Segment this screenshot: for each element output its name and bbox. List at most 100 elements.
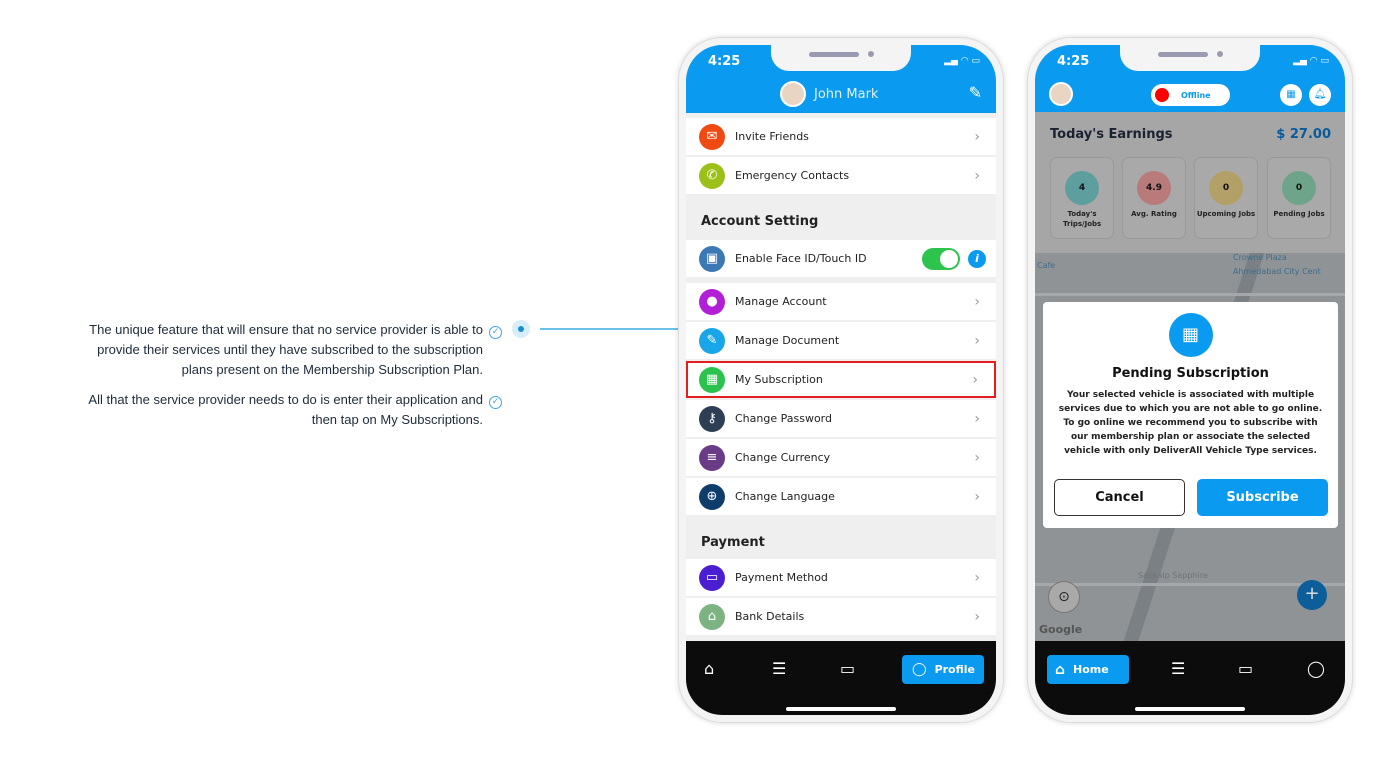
menu-item-emergency-contacts[interactable]: ✆ Emergency Contacts ›	[686, 157, 996, 194]
chevron-right-icon: ›	[974, 167, 980, 184]
locate-me-icon[interactable]: ⊙	[1048, 581, 1080, 613]
card-icon: ▭	[699, 564, 725, 591]
feature-note-1: The unique feature that will ensure that…	[89, 320, 483, 380]
note-line: plans present on the Membership Subscrip…	[181, 362, 483, 377]
chevron-right-icon: ›	[974, 410, 980, 427]
connector-dot	[512, 320, 530, 338]
earnings-value: $ 27.00	[1276, 127, 1331, 142]
stat-value: 4	[1065, 171, 1099, 205]
status-icons: ▂▄ ◠ ▭	[944, 56, 980, 66]
face-id-icon: ▣	[699, 245, 725, 272]
menu-label: My Subscription	[735, 373, 823, 386]
map-label: Cafe	[1037, 261, 1056, 270]
note-line: The unique feature that will ensure that…	[89, 322, 483, 337]
connector-line	[540, 328, 680, 330]
note-line: provide their services until they have s…	[97, 342, 483, 357]
menu-item-change-language[interactable]: ⊕ Change Language ›	[686, 478, 996, 515]
add-button[interactable]: +	[1297, 580, 1327, 610]
list-icon[interactable]: ☰	[1171, 659, 1185, 678]
menu-label: Invite Friends	[735, 130, 809, 143]
map-label: Crowne Plaza	[1233, 253, 1287, 262]
note-line: then tap on My Subscriptions.	[311, 412, 483, 427]
user-name: John Mark	[814, 87, 879, 102]
bell-icon[interactable]: 🔔︎	[1309, 84, 1331, 106]
menu-item-invite-friends[interactable]: ✉ Invite Friends ›	[686, 118, 996, 155]
user-icon[interactable]: ◯	[1307, 659, 1325, 678]
stat-card-upcoming[interactable]: 0 Upcoming Jobs	[1194, 157, 1258, 239]
menu-item-payment-method[interactable]: ▭ Payment Method ›	[686, 559, 996, 596]
menu-label: Manage Document	[735, 334, 840, 347]
chevron-right-icon: ›	[974, 449, 980, 466]
menu-item-my-subscription[interactable]: ▦ My Subscription ›	[686, 361, 996, 398]
offline-dot	[1155, 88, 1169, 102]
menu-label: Manage Account	[735, 295, 827, 308]
phone-icon: ✆	[699, 162, 725, 189]
mail-icon: ✉	[699, 123, 725, 150]
stat-value: 4.9	[1137, 171, 1171, 205]
home-icon[interactable]: ⌂	[704, 659, 714, 678]
status-icons: ▂▄ ◠ ▭	[1293, 56, 1329, 66]
menu-label: Bank Details	[735, 610, 805, 623]
subscription-icon: ▦	[699, 366, 725, 393]
menu-item-manage-document[interactable]: ✎ Manage Document ›	[686, 322, 996, 359]
menu-item-change-password[interactable]: ⚷ Change Password ›	[686, 400, 996, 437]
list-icon[interactable]: ☰	[772, 659, 786, 678]
pending-subscription-dialog: ▦ Pending Subscription Your selected veh…	[1043, 302, 1338, 528]
section-account-setting: Account Setting	[701, 214, 819, 229]
chevron-right-icon: ›	[974, 332, 980, 349]
wallet-icon[interactable]: ▭	[1238, 659, 1253, 678]
subscribe-button[interactable]: Subscribe	[1197, 479, 1328, 516]
subscription-icon: ▦	[1168, 313, 1213, 357]
menu-item-manage-account[interactable]: ● Manage Account ›	[686, 283, 996, 320]
phone-home: 4:25 ▂▄ ◠ ▭ Offline ▦ 🔔︎ Today's Earning…	[1027, 37, 1353, 723]
cancel-button[interactable]: Cancel	[1054, 479, 1185, 516]
dialog-title: Pending Subscription	[1112, 366, 1269, 381]
avatar[interactable]	[1049, 82, 1073, 106]
key-icon: ⚷	[699, 405, 725, 432]
dialog-body: Your selected vehicle is associated with…	[1058, 390, 1323, 456]
nav-label: Home	[1073, 663, 1109, 676]
home-icon: ⌂	[1055, 661, 1066, 678]
stat-card-trips[interactable]: 4 Today's Trips/Jobs	[1050, 157, 1114, 239]
globe-icon: ⊕	[699, 483, 725, 510]
stat-card-rating[interactable]: 4.9 Avg. Rating	[1122, 157, 1186, 239]
menu-label: Emergency Contacts	[735, 169, 850, 182]
earnings-title: Today's Earnings	[1050, 127, 1173, 142]
menu-label: Change Language	[735, 490, 835, 503]
check-circle-icon: ✓	[489, 326, 502, 339]
menu-label: Change Password	[735, 412, 832, 425]
status-time: 4:25	[708, 54, 741, 69]
menu-label: Payment Method	[735, 571, 828, 584]
chevron-right-icon: ›	[974, 569, 980, 586]
check-circle-icon: ✓	[489, 396, 502, 409]
online-status-toggle[interactable]: Offline	[1151, 84, 1230, 106]
chevron-right-icon: ›	[974, 488, 980, 505]
stat-card-pending[interactable]: 0 Pending Jobs	[1267, 157, 1331, 239]
face-id-toggle[interactable]	[922, 247, 960, 270]
info-icon[interactable]: i	[968, 249, 986, 268]
chevron-right-icon: ›	[974, 293, 980, 310]
menu-item-bank-details[interactable]: ⌂ Bank Details ›	[686, 598, 996, 635]
avatar[interactable]	[780, 81, 806, 107]
nav-home-button[interactable]: ⌂ Home	[1047, 655, 1129, 684]
map-road	[1035, 583, 1345, 586]
status-time: 4:25	[1057, 54, 1090, 69]
chevron-right-icon: ›	[972, 371, 978, 388]
note-line: All that the service provider needs to d…	[88, 392, 483, 407]
phone-profile: 4:25 ▂▄ ◠ ▭ John Mark ✎ ✉ Invite Friends ›…	[678, 37, 1004, 723]
stat-label: Avg. Rating	[1131, 210, 1177, 218]
menu-item-change-currency[interactable]: ≡ Change Currency ›	[686, 439, 996, 476]
feature-note-2: All that the service provider needs to d…	[88, 390, 483, 430]
edit-icon[interactable]: ✎	[969, 83, 982, 102]
map-label: Ahmedabad City Cent	[1233, 267, 1321, 276]
home-indicator	[1135, 707, 1245, 711]
menu-label: Change Currency	[735, 451, 831, 464]
nav-label: Profile	[934, 663, 975, 676]
home-indicator	[786, 707, 896, 711]
bank-icon: ⌂	[699, 603, 725, 630]
chevron-right-icon: ›	[974, 128, 980, 145]
nav-profile-button[interactable]: ◯ Profile	[902, 655, 984, 684]
calendar-icon[interactable]: ▦	[1280, 84, 1302, 106]
bottom-nav: ⌂ Home ☰ ▭ ◯	[1035, 641, 1345, 715]
wallet-icon[interactable]: ▭	[840, 659, 855, 678]
